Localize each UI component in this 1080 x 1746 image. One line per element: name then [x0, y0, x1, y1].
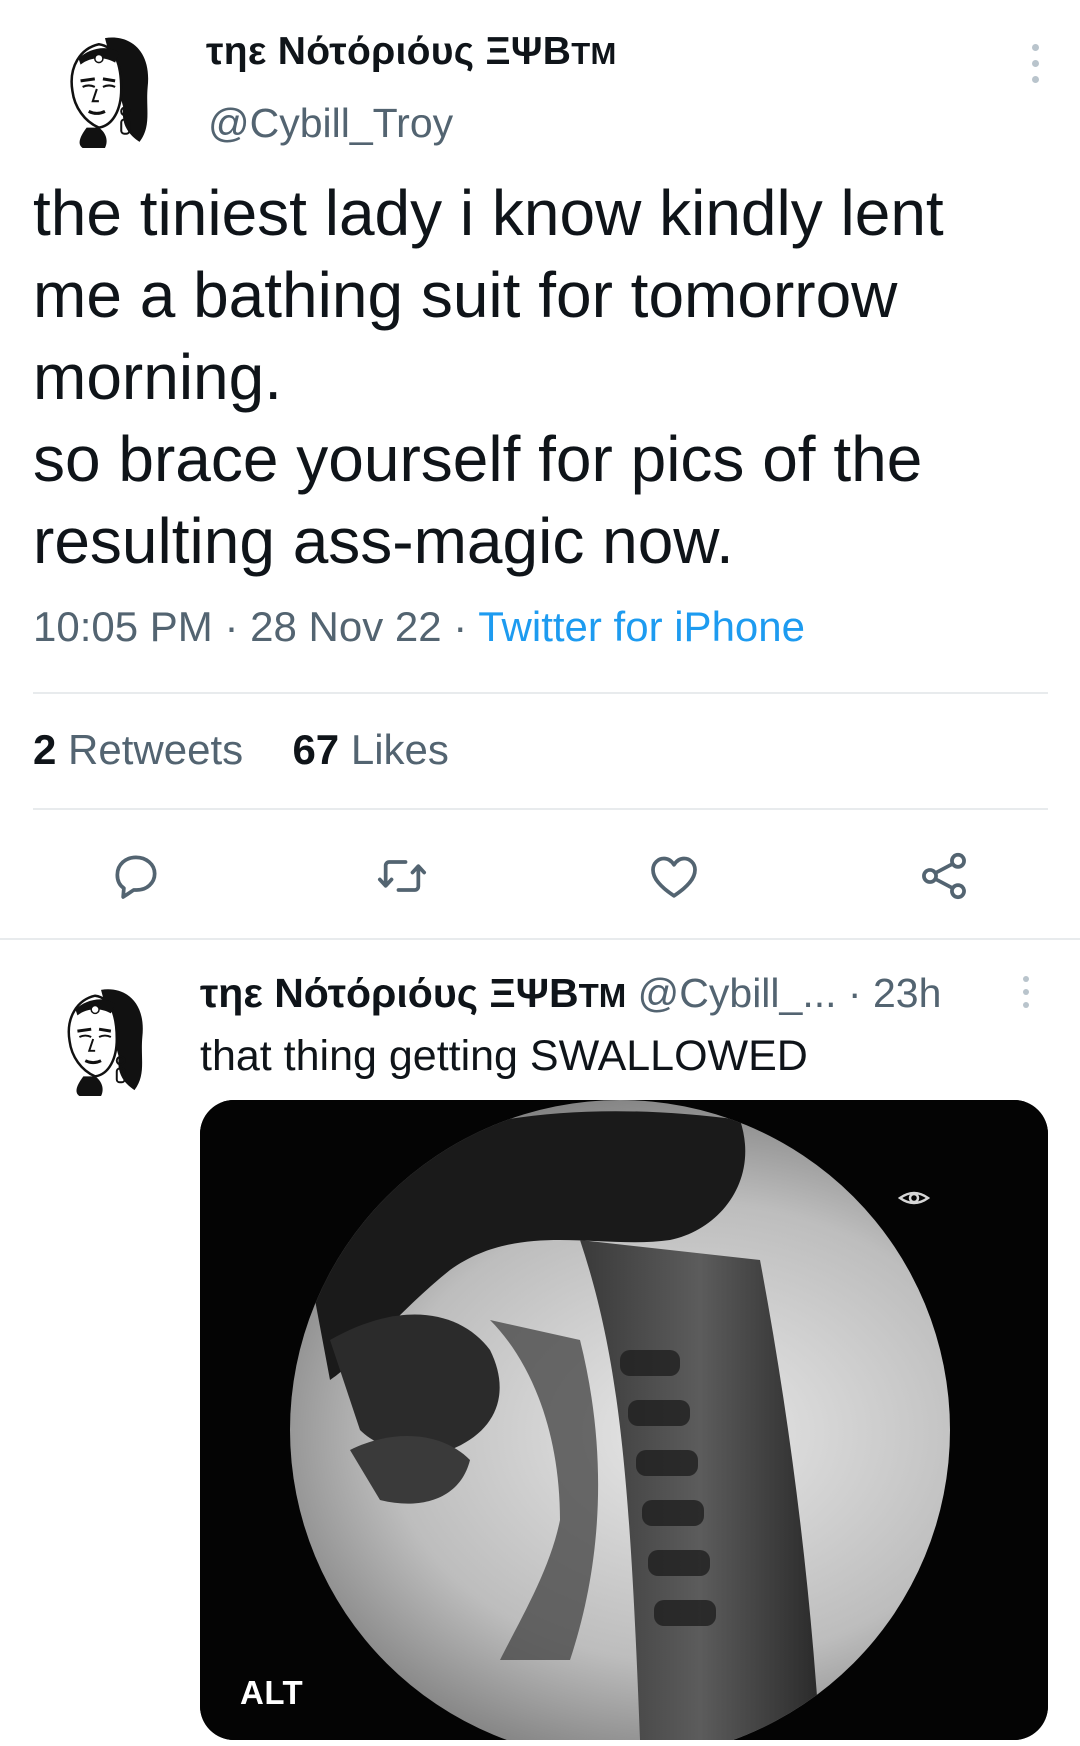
alt-badge[interactable]: ALT — [240, 1674, 303, 1712]
display-name-text: τηε Νότόριόυς ΞΨΒ — [206, 30, 572, 73]
meta-separator: · — [224, 603, 239, 650]
reply-age[interactable]: 23h — [873, 970, 941, 1016]
reply-text: that thing getting SWALLOWED — [200, 1032, 808, 1080]
tweet-meta: 10:05 PM · 28 Nov 22 · Twitter for iPhon… — [33, 603, 805, 651]
retweets-stat[interactable]: 2 Retweets — [33, 726, 243, 773]
xray-image — [200, 1100, 1048, 1740]
divider — [0, 938, 1080, 940]
user-handle[interactable]: @Cybill_Troy — [208, 100, 453, 147]
reply-more-options-icon[interactable] — [1021, 976, 1031, 1008]
tweet-media-image[interactable]: ALT — [200, 1100, 1048, 1740]
divider — [33, 808, 1048, 810]
reply-button[interactable] — [108, 848, 164, 904]
reply-display-name[interactable]: τηε Νότόριόυς ΞΨΒTM — [200, 970, 626, 1016]
more-options-icon[interactable] — [1030, 44, 1040, 83]
tweet-source-link[interactable]: Twitter for iPhone — [478, 603, 805, 650]
display-name-suffix: TM — [571, 36, 617, 71]
likes-stat[interactable]: 67 Likes — [292, 726, 448, 773]
reply-handle[interactable]: @Cybill_... — [638, 970, 837, 1016]
reply-icon — [115, 855, 157, 899]
likes-count: 67 — [292, 726, 340, 773]
reply-display-name-suffix: TM — [578, 977, 627, 1014]
divider — [33, 692, 1048, 694]
tweet-time[interactable]: 10:05 PM — [33, 603, 213, 650]
share-icon — [922, 852, 966, 900]
tweet-text: the tiniest lady i know kindly lent me a… — [33, 177, 944, 577]
reply-display-name-text: τηε Νότόριόυς ΞΨΒ — [200, 970, 579, 1016]
retweet-icon — [377, 860, 427, 892]
likes-label: Likes — [350, 726, 449, 773]
display-name[interactable]: τηε Νότόριόυς ΞΨΒTM — [206, 30, 617, 74]
meta-separator: · — [453, 603, 468, 650]
retweets-label: Retweets — [68, 726, 244, 773]
tweet-date[interactable]: 28 Nov 22 — [250, 603, 441, 650]
share-button[interactable] — [916, 848, 972, 904]
heart-icon — [651, 856, 697, 898]
reply-header: τηε Νότόριόυς ΞΨΒTM @Cybill_... · 23h — [200, 970, 941, 1017]
reply-avatar[interactable] — [44, 980, 162, 1098]
like-button[interactable] — [646, 848, 702, 904]
avatar[interactable] — [46, 28, 168, 150]
retweets-count: 2 — [33, 726, 57, 773]
retweet-button[interactable] — [374, 848, 430, 904]
reply-separator: · — [847, 970, 862, 1016]
tweet-stats: 2 Retweets 67 Likes — [33, 726, 449, 774]
